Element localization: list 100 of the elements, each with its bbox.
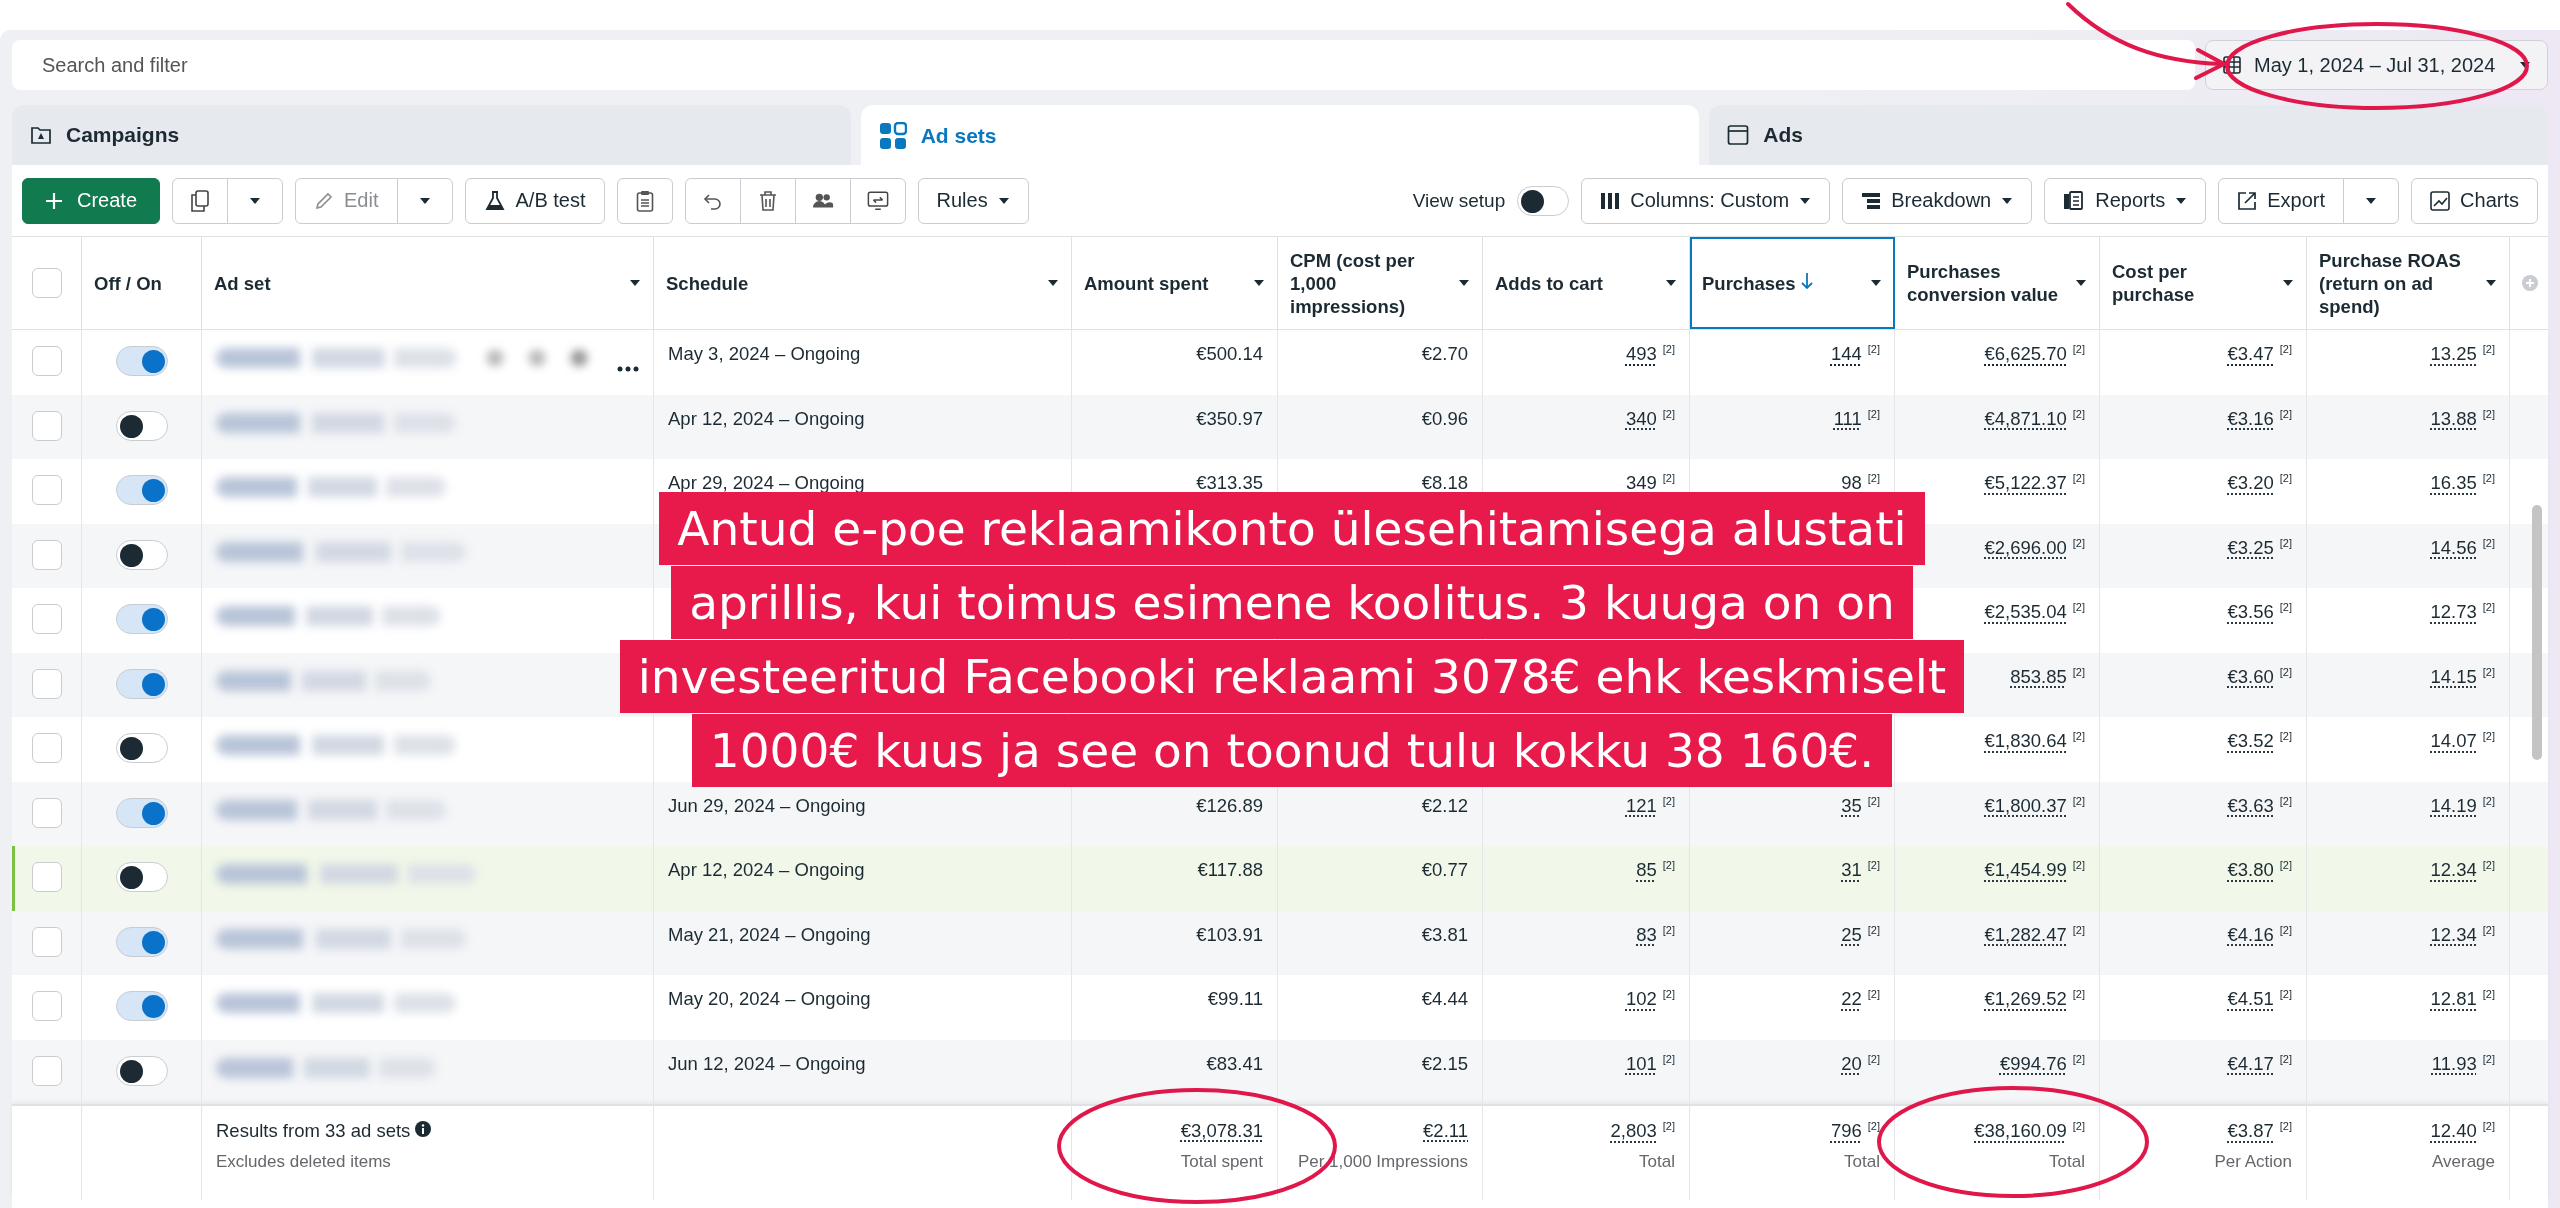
column-header[interactable]: Purchases conversion value xyxy=(1895,237,2100,329)
caret-icon xyxy=(2001,196,2014,205)
people-button[interactable] xyxy=(794,177,851,224)
column-header[interactable]: CPM (cost per 1,000 impressions) xyxy=(1278,237,1483,329)
checkbox[interactable] xyxy=(31,346,62,376)
caret-icon xyxy=(1458,279,1470,287)
table-cell: 14.07 $^{[2]}$ xyxy=(2307,717,2510,782)
toggle-switch[interactable] xyxy=(115,346,168,376)
column-header[interactable]: Amount spent xyxy=(1072,237,1278,329)
checkbox[interactable] xyxy=(31,797,62,828)
clipboard-icon xyxy=(635,189,654,212)
folder-icon xyxy=(30,125,52,145)
toggle-switch[interactable] xyxy=(115,604,168,634)
table-cell: 14.15 $^{[2]}$ xyxy=(2307,652,2510,717)
toggle-switch[interactable] xyxy=(115,668,168,699)
date-range-button[interactable]: May 1, 2024 – Jul 31, 2024 xyxy=(2205,40,2548,90)
caret-icon xyxy=(1799,196,1812,205)
clipboard-button[interactable] xyxy=(616,177,673,224)
duplicate-button[interactable] xyxy=(172,177,229,224)
table-cell: May 21, 2024 – Ongoing xyxy=(654,910,1072,975)
table-cell: May 20, 2024 – Ongoing xyxy=(654,975,1072,1040)
toggle-switch[interactable] xyxy=(115,862,168,892)
toggle-switch[interactable] xyxy=(115,1055,168,1086)
caret-icon xyxy=(2519,61,2531,69)
total-label: Total spent xyxy=(1179,1152,1263,1172)
toggle-switch[interactable] xyxy=(115,926,168,957)
table-cell: 16.35 $^{[2]}$ xyxy=(2307,459,2510,524)
undo-button[interactable] xyxy=(684,177,741,224)
charts-button[interactable]: Charts xyxy=(2411,177,2538,224)
footer-note: Excludes deleted items xyxy=(216,1152,392,1172)
column-header[interactable]: Purchase ROAS (return on ad spend) xyxy=(2307,237,2510,329)
checkbox[interactable] xyxy=(31,991,62,1021)
swap-icon xyxy=(866,189,889,212)
results-summary: Results from 33 ad sets xyxy=(216,1120,411,1141)
table-cell: 11.93 $^{[2]}$ xyxy=(2307,1039,2510,1104)
caret-icon xyxy=(249,196,262,205)
trash-icon xyxy=(757,189,778,212)
reports-button[interactable]: Reports xyxy=(2044,177,2207,224)
table-cell: €117.88 xyxy=(1072,846,1278,911)
checkbox[interactable] xyxy=(31,410,62,441)
caret-icon xyxy=(629,279,641,287)
checkbox[interactable] xyxy=(31,926,62,957)
tab[interactable]: Campaigns xyxy=(12,105,851,165)
table-cell: 25 $^{[2]}$ xyxy=(1690,910,1895,975)
swap-button[interactable] xyxy=(849,177,906,224)
checkbox[interactable] xyxy=(31,862,62,892)
columns-button[interactable]: Columns: Custom xyxy=(1581,177,1831,224)
column-header[interactable]: Off / On xyxy=(82,237,202,329)
breakdown-icon xyxy=(1861,191,1882,210)
table-cell: €4,871.10 $^{[2]}$ xyxy=(1895,394,2100,459)
tab[interactable]: Ad sets xyxy=(860,105,1700,166)
caret-icon xyxy=(997,196,1010,205)
view-setup-toggle[interactable] xyxy=(1517,185,1570,216)
table-cell: €994.76 $^{[2]}$ xyxy=(1895,1039,2100,1104)
table-cell: 12.34 $^{[2]}$ xyxy=(2307,846,2510,911)
toggle-switch[interactable] xyxy=(115,539,168,570)
toggle-switch[interactable] xyxy=(115,733,168,763)
checkbox[interactable] xyxy=(31,475,62,505)
breakdown-button[interactable]: Breakdown xyxy=(1842,177,2033,224)
table-cell: €350.97 xyxy=(1072,394,1278,459)
flask-icon xyxy=(483,189,506,212)
tab[interactable]: Ads xyxy=(1709,105,2548,165)
checkbox[interactable] xyxy=(31,733,62,763)
checkbox[interactable] xyxy=(31,539,62,570)
table-cell: €3.81 xyxy=(1278,910,1483,975)
ab-test-button[interactable]: A/B test xyxy=(464,177,605,224)
rules-button[interactable]: Rules xyxy=(917,177,1029,224)
checkbox[interactable] xyxy=(31,668,62,699)
table-cell: €500.14 xyxy=(1072,330,1278,395)
column-header[interactable]: Cost per purchase xyxy=(2100,237,2307,329)
column-header[interactable]: Ad set xyxy=(202,237,654,329)
checkbox[interactable] xyxy=(31,1055,62,1086)
toggle-switch[interactable] xyxy=(115,797,168,828)
total-label: Total xyxy=(1843,1152,1880,1173)
column-header[interactable]: Schedule xyxy=(654,237,1072,329)
toggle-switch[interactable] xyxy=(115,410,168,441)
scrollbar[interactable] xyxy=(2532,505,2542,760)
total-value: 12.40 $^{[2]}$ xyxy=(2430,1120,2495,1142)
search-field[interactable]: Search and filter xyxy=(12,40,2195,90)
toggle-switch[interactable] xyxy=(115,991,168,1021)
line-chart-icon xyxy=(2430,190,2451,211)
table-cell: 85 $^{[2]}$ xyxy=(1483,846,1690,911)
table-cell: 22 $^{[2]}$ xyxy=(1690,975,1895,1040)
caret-icon xyxy=(2175,196,2188,205)
columns-icon xyxy=(1600,191,1621,210)
export-button[interactable]: Export xyxy=(2218,177,2345,224)
checkbox[interactable] xyxy=(31,268,62,298)
caret-icon xyxy=(1253,279,1265,287)
create-button[interactable]: Create xyxy=(22,177,161,224)
column-header[interactable]: Purchases xyxy=(1690,237,1895,329)
table-cell: €1,269.52 $^{[2]}$ xyxy=(1895,975,2100,1040)
table-cell: €3.52 $^{[2]}$ xyxy=(2100,717,2307,782)
toggle-switch[interactable] xyxy=(115,475,168,505)
column-header[interactable]: Adds to cart xyxy=(1483,237,1690,329)
caret-icon xyxy=(2365,196,2378,205)
checkbox[interactable] xyxy=(31,604,62,634)
table-cell: 31 $^{[2]}$ xyxy=(1690,846,1895,911)
delete-button[interactable] xyxy=(739,177,796,224)
table-cell: 14.56 $^{[2]}$ xyxy=(2307,523,2510,588)
table-cell: 102 $^{[2]}$ xyxy=(1483,975,1690,1040)
